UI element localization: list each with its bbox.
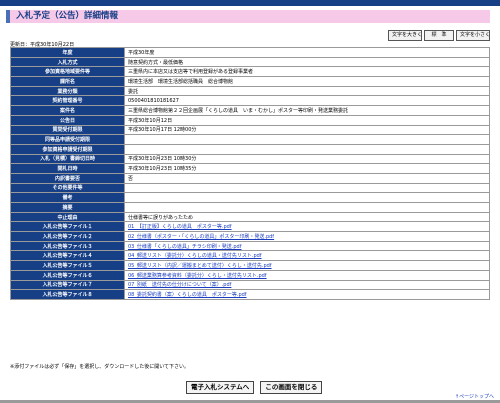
- font-smaller-button[interactable]: 文字を小さく: [456, 30, 490, 41]
- row-label: 入札公告等ファイル４: [10, 250, 125, 262]
- row-value: 平成30年10月23日 10時35分: [124, 163, 490, 174]
- file-row: 入札公告等ファイル４ 04_郵送リスト（委託分）くらしの道具・送付先リスト.pdf: [10, 250, 490, 262]
- row-value: [124, 192, 490, 203]
- table-row: 入札（見積）書締切日時 平成30年10月23日 10時30分: [10, 153, 490, 165]
- table-row: 案件名 三重県総合博物館第２２回企画展「くらしの道具 いま・むかし」ポスター等印刷…: [10, 105, 490, 116]
- row-label: 入札公告等ファイル６: [10, 269, 125, 281]
- table-row: 同等品申請受付期限: [10, 134, 490, 145]
- table-row: 業務分類 委託: [10, 85, 490, 97]
- row-label: 入札方式: [10, 56, 125, 68]
- file-cell: 06_郵送業務算参考資料（委託分）くらし・送付先リスト.pdf: [124, 269, 490, 281]
- row-label: 入札公告等ファイル３: [10, 240, 125, 252]
- table-row: 年度 平成30年度: [10, 47, 490, 58]
- table-row: 備考: [10, 192, 490, 203]
- file-row: 入札公告等ファイル１ 01_【訂正版】くらしの道具 ポスター等.pdf: [10, 221, 490, 233]
- file-row: 入札公告等ファイル２ 02_仕様書（ポスター・「くらしの道具」ポスター印刷・発送.…: [10, 231, 490, 242]
- row-label: 年度: [10, 47, 125, 58]
- row-label: 開札日時: [10, 163, 125, 174]
- file-row: 入札公告等ファイル８ 08_委託契約書（案）くらしの道具 ポスター等.pdf: [10, 289, 490, 300]
- row-label: 業務分類: [10, 85, 125, 97]
- row-value: 否: [124, 172, 490, 184]
- file-link[interactable]: 03_仕様書「くらしの道具」チラシ印刷・発送.pdf: [128, 244, 241, 250]
- file-link[interactable]: 01_【訂正版】くらしの道具 ポスター等.pdf: [128, 224, 232, 230]
- row-value: 三重県内に本店又は支店等で利用登録がある登録事業者: [124, 66, 490, 78]
- download-note: ※添付ファイルは必ず「保存」を選択し、ダウンロードした後に開いて下さい。: [10, 364, 190, 370]
- row-label: 公告日: [10, 114, 125, 126]
- detail-table: 年度 平成30年度 入札方式 随意契約方式・最低価格 参加資格地域要件等 三重県内に本店又…: [10, 47, 490, 300]
- row-value: 平成30年10月17日 12時00分: [124, 124, 490, 136]
- table-row: 契約管理番号 0500401810181627: [10, 95, 490, 107]
- file-cell: 02_仕様書（ポスター・「くらしの道具」ポスター印刷・発送.pdf: [124, 231, 490, 242]
- table-row: 入札方式 随意契約方式・最低価格: [10, 56, 490, 68]
- file-cell: 07_別紙 送付先の仕分けについて（案）.pdf: [124, 279, 490, 291]
- row-value: [124, 134, 490, 145]
- close-window-button[interactable]: この画面を閉じる: [260, 381, 323, 394]
- file-link[interactable]: 04_郵送リスト（委託分）くらしの道具・送付先リスト.pdf: [128, 253, 262, 259]
- row-label: 案件名: [10, 105, 125, 116]
- table-row: 開札日時 平成30年10月23日 10時35分: [10, 163, 490, 174]
- row-label: 中止理由: [10, 211, 125, 223]
- row-label: 課所名: [10, 76, 125, 87]
- page-title: 入札予定（公告）詳細情報: [16, 11, 119, 21]
- row-value: 平成30年度: [124, 47, 490, 58]
- file-link[interactable]: 02_仕様書（ポスター・「くらしの道具」ポスター印刷・発送.pdf: [128, 234, 274, 240]
- row-label: 内訳書要否: [10, 172, 125, 184]
- table-row: 課所名 環境生活部 環境生活部総括職員 総合博物館: [10, 76, 490, 87]
- file-link[interactable]: 07_別紙 送付先の仕分けについて（案）.pdf: [128, 282, 231, 288]
- table-row: 摘要: [10, 202, 490, 213]
- row-value: [124, 202, 490, 213]
- row-label: 入札公告等ファイル２: [10, 231, 125, 242]
- file-link[interactable]: 06_郵送業務算参考資料（委託分）くらし・送付先リスト.pdf: [128, 273, 267, 279]
- row-value: 環境生活部 環境生活部総括職員 総合博物館: [124, 76, 490, 87]
- table-row: 内訳書要否否: [10, 172, 490, 184]
- page-title-bar: 入札予定（公告）詳細情報: [6, 10, 490, 23]
- file-row: 入札公告等ファイル３ 03_仕様書「くらしの道具」チラシ印刷・発送.pdf: [10, 240, 490, 252]
- file-row: 入札公告等ファイル７ 07_別紙 送付先の仕分けについて（案）.pdf: [10, 279, 490, 291]
- row-value: [124, 143, 490, 155]
- row-value: 0500401810181627: [124, 95, 490, 107]
- row-label: 入札公告等ファイル７: [10, 279, 125, 291]
- file-cell: 03_仕様書「くらしの道具」チラシ印刷・発送.pdf: [124, 240, 490, 252]
- row-value: [124, 182, 490, 194]
- row-label: 摘要: [10, 202, 125, 213]
- row-label: 契約管理番号: [10, 95, 125, 107]
- row-value: 随意契約方式・最低価格: [124, 56, 490, 68]
- table-row: 参加資格地域要件等 三重県内に本店又は支店等で利用登録がある登録事業者: [10, 66, 490, 78]
- file-link[interactable]: 08_委託契約書（案）くらしの道具 ポスター等.pdf: [128, 292, 247, 298]
- row-label: 入札（見積）書締切日時: [10, 153, 125, 165]
- table-row: 参加資格申請受付期限: [10, 143, 490, 155]
- file-row: 入札公告等ファイル６ 06_郵送業務算参考資料（委託分）くらし・送付先リスト.pd…: [10, 269, 490, 281]
- row-label: 入札公告等ファイル１: [10, 221, 125, 233]
- row-label: 参加資格申請受付期限: [10, 143, 125, 155]
- font-standard-button[interactable]: 標 準: [424, 30, 454, 41]
- row-value: 平成30年10月23日 10時30分: [124, 153, 490, 165]
- row-value: 平成30年10月12日: [124, 114, 490, 126]
- file-cell: 08_委託契約書（案）くらしの道具 ポスター等.pdf: [124, 289, 490, 300]
- e-bid-system-button[interactable]: 電子入札システムへ: [186, 381, 255, 394]
- table-row: 中止理由 仕様書等に誤りがあったため: [10, 211, 490, 223]
- row-label: 入札公告等ファイル５: [10, 260, 125, 271]
- row-label: 参加資格地域要件等: [10, 66, 125, 78]
- row-label: 質問受付期限: [10, 124, 125, 136]
- file-link[interactable]: 05_郵送リスト（内訳／運搬まとめて送付）くらし・送付先.pdf: [128, 263, 272, 269]
- font-larger-button[interactable]: 文字を大きく: [388, 30, 422, 41]
- font-size-controls: 文字を大きく 標 準 文字を小さく: [388, 30, 490, 41]
- row-label: 入札公告等ファイル８: [10, 289, 125, 300]
- row-value: 委託: [124, 85, 490, 97]
- row-label: 同等品申請受付期限: [10, 134, 125, 145]
- top-header-bar: [0, 0, 500, 6]
- file-cell: 01_【訂正版】くらしの道具 ポスター等.pdf: [124, 221, 490, 233]
- table-row: 公告日 平成30年10月12日: [10, 114, 490, 126]
- file-cell: 05_郵送リスト（内訳／運搬まとめて送付）くらし・送付先.pdf: [124, 260, 490, 271]
- row-label: その他要件等: [10, 182, 125, 194]
- table-row: その他要件等: [10, 182, 490, 194]
- row-value: 仕様書等に誤りがあったため: [124, 211, 490, 223]
- file-row: 入札公告等ファイル５ 05_郵送リスト（内訳／運搬まとめて送付）くらし・送付先.p…: [10, 260, 490, 271]
- table-row: 質問受付期限 平成30年10月17日 12時00分: [10, 124, 490, 136]
- bottom-actions: 電子入札システムへ この画面を閉じる: [186, 381, 323, 394]
- file-cell: 04_郵送リスト（委託分）くらしの道具・送付先リスト.pdf: [124, 250, 490, 262]
- page-top-link[interactable]: ↑ページトップへ: [455, 393, 494, 400]
- row-value: 三重県総合博物館第２２回企画展「くらしの道具 いま・むかし」ポスター等印刷・発送…: [124, 105, 490, 116]
- row-label: 備考: [10, 192, 125, 203]
